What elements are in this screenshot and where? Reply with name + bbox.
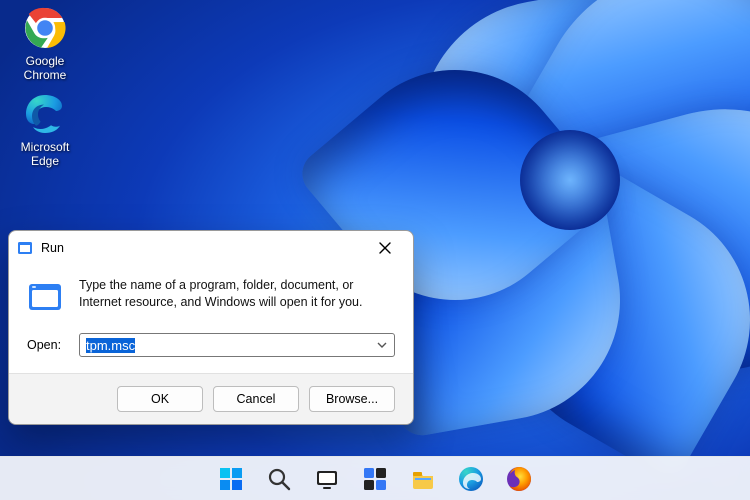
- desktop-icon-edge[interactable]: MicrosoftEdge: [6, 86, 84, 172]
- cancel-button[interactable]: Cancel: [213, 386, 299, 412]
- browse-button[interactable]: Browse...: [309, 386, 395, 412]
- edge-icon: [23, 92, 67, 136]
- search-icon: [266, 466, 292, 492]
- run-open-row: Open:: [9, 329, 413, 373]
- firefox-icon: [506, 466, 532, 492]
- run-window-icon: [17, 240, 33, 256]
- desktop-icons: GoogleChrome MicrosoftEdg: [6, 0, 96, 172]
- run-app-icon: [27, 279, 63, 315]
- run-title: Run: [41, 241, 64, 255]
- run-content: Type the name of a program, folder, docu…: [9, 265, 413, 329]
- close-icon: [379, 242, 391, 254]
- desktop-icon-label: MicrosoftEdge: [8, 140, 82, 168]
- chrome-icon: [23, 6, 67, 50]
- widgets-icon: [362, 466, 388, 492]
- run-titlebar[interactable]: Run: [9, 231, 413, 265]
- start-icon: [218, 466, 244, 492]
- taskbar: [0, 456, 750, 500]
- run-button-row: OK Cancel Browse...: [9, 373, 413, 424]
- file-explorer-icon: [410, 466, 436, 492]
- run-description: Type the name of a program, folder, docu…: [79, 277, 395, 315]
- taskbar-file-explorer[interactable]: [403, 459, 443, 499]
- taskbar-widgets[interactable]: [355, 459, 395, 499]
- open-label: Open:: [27, 338, 67, 352]
- edge-icon: [458, 466, 484, 492]
- desktop-icon-chrome[interactable]: GoogleChrome: [6, 0, 84, 86]
- close-button[interactable]: [363, 234, 407, 262]
- taskbar-task-view[interactable]: [307, 459, 347, 499]
- desktop-icon-label: GoogleChrome: [8, 54, 82, 82]
- run-dialog: Run Type the name of a program, folder, …: [8, 230, 414, 425]
- task-view-icon: [314, 466, 340, 492]
- chevron-down-icon: [377, 340, 387, 350]
- open-input[interactable]: [79, 333, 395, 357]
- taskbar-firefox[interactable]: [499, 459, 539, 499]
- desktop: GoogleChrome MicrosoftEdg: [0, 0, 750, 500]
- taskbar-start[interactable]: [211, 459, 251, 499]
- open-combobox[interactable]: [79, 333, 395, 357]
- ok-button[interactable]: OK: [117, 386, 203, 412]
- open-dropdown-button[interactable]: [373, 333, 391, 357]
- taskbar-search[interactable]: [259, 459, 299, 499]
- taskbar-edge[interactable]: [451, 459, 491, 499]
